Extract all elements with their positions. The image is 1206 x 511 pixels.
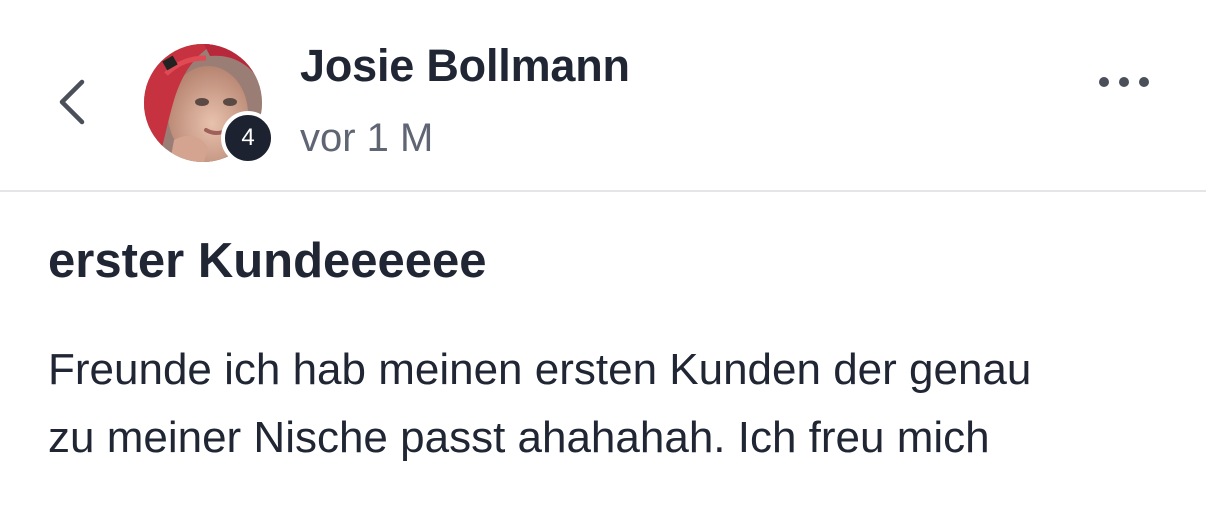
level-badge: 4 bbox=[221, 111, 275, 165]
post-header: 4 Josie Bollmann vor 1 M bbox=[0, 0, 1206, 192]
more-options-button[interactable] bbox=[1096, 66, 1152, 98]
author-avatar-group[interactable]: 4 bbox=[144, 44, 275, 166]
post-timestamp: vor 1 M bbox=[300, 116, 434, 160]
chevron-left-icon bbox=[59, 79, 85, 125]
more-horizontal-icon bbox=[1099, 77, 1149, 87]
back-button[interactable] bbox=[48, 70, 96, 134]
post-title: erster Kundeeeeee bbox=[48, 234, 487, 288]
post-body: Freunde ich hab meinen ersten Kunden der… bbox=[48, 345, 1032, 462]
post-detail-screen: 4 Josie Bollmann vor 1 M erster Kundeeee… bbox=[0, 0, 1206, 511]
author-name[interactable]: Josie Bollmann bbox=[300, 40, 630, 92]
